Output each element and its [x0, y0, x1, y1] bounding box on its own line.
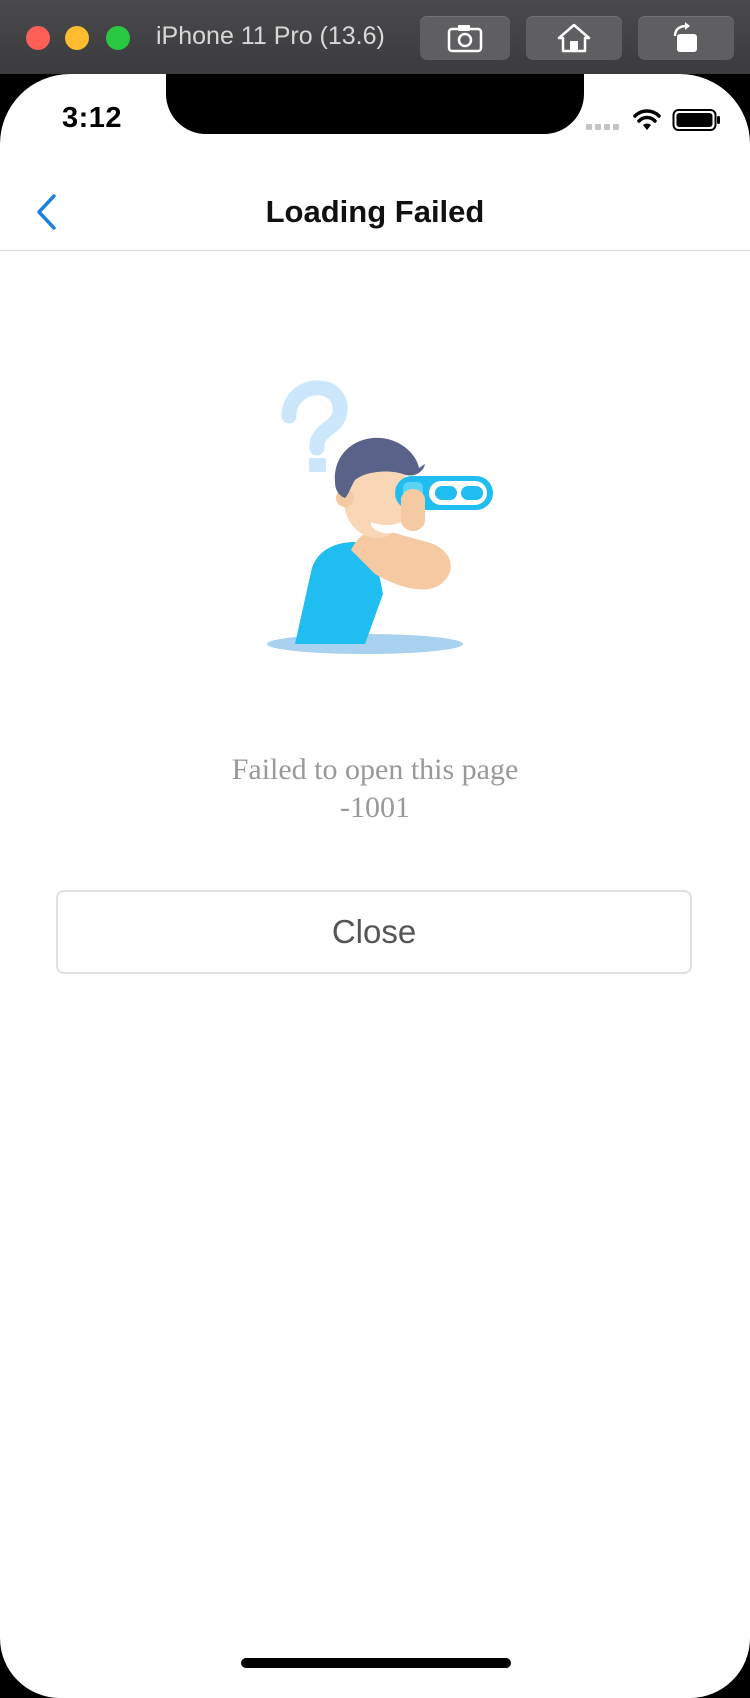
rotate-button[interactable] [638, 16, 734, 60]
window-minimize-button[interactable] [65, 26, 89, 50]
wifi-icon [633, 109, 661, 130]
notch [166, 74, 584, 134]
navigation-bar: Loading Failed [0, 174, 750, 251]
battery-icon [672, 109, 720, 131]
home-indicator[interactable] [241, 1658, 511, 1668]
window-zoom-button[interactable] [106, 26, 130, 50]
simulator-window: iPhone 11 Pro (13.6) 3:12 Loading Failed… [0, 0, 750, 1698]
error-message: Failed to open this page [231, 753, 519, 786]
binoculars-person-illustration [267, 380, 493, 654]
screenshot-icon [447, 25, 483, 53]
phone-screen: 3:12 Loading Failed Failed to open this … [0, 74, 750, 1698]
home-icon [557, 23, 591, 53]
app-screen: 3:12 Loading Failed Failed to open this … [0, 74, 750, 1698]
home-button[interactable] [526, 16, 622, 60]
close-button[interactable]: Close [56, 890, 692, 974]
page-title: Loading Failed [265, 194, 485, 229]
screenshot-button[interactable] [420, 16, 510, 60]
device-title: iPhone 11 Pro (13.6) [156, 22, 385, 50]
error-code: -1001 [340, 791, 410, 824]
window-close-button[interactable] [26, 26, 50, 50]
simulator-toolbar: iPhone 11 Pro (13.6) [0, 0, 750, 74]
rotate-icon [673, 22, 697, 52]
signal-icon [586, 124, 619, 130]
status-time: 3:12 [62, 102, 123, 134]
question-mark-icon [309, 458, 326, 472]
